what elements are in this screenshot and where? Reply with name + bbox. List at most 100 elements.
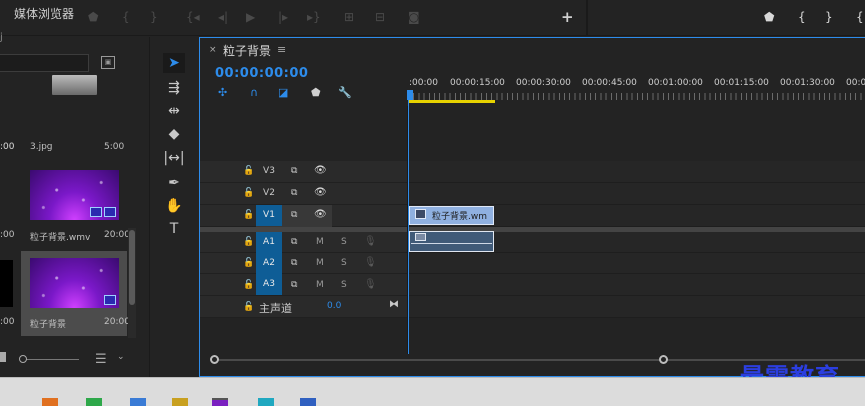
razor-tool-icon[interactable]: ◆ <box>163 124 185 144</box>
in-point-icon[interactable]: { <box>122 10 130 24</box>
snap-icon[interactable]: ∩ <box>250 86 258 99</box>
lock-icon[interactable]: 🔓 <box>243 280 254 290</box>
track-lane-v3[interactable] <box>409 161 865 183</box>
folder-icon[interactable]: ▣ <box>101 56 115 69</box>
icon-view-icon[interactable] <box>0 352 6 362</box>
solo-button[interactable]: S <box>341 237 347 247</box>
lock-icon[interactable]: 🔓 <box>243 166 254 176</box>
track-header-v3[interactable] <box>200 161 407 183</box>
slip-tool-icon[interactable]: |↔| <box>163 148 185 168</box>
add-button[interactable]: + <box>561 8 574 26</box>
video-thumbnail[interactable] <box>30 170 119 220</box>
out-point-icon[interactable]: } <box>150 10 158 24</box>
track-name-a2[interactable]: A2 <box>256 253 282 274</box>
go-to-end-icon[interactable]: ⧓ <box>389 299 399 310</box>
microphone-icon[interactable]: 🎙 <box>364 279 377 290</box>
sync-lock-icon[interactable]: ⧉ <box>291 188 297 198</box>
program-in-point-icon[interactable]: { <box>798 10 806 24</box>
eye-icon[interactable]: 👁 <box>314 187 327 198</box>
media-item-left-duration: :00 <box>0 230 15 240</box>
app-icon[interactable] <box>300 398 316 406</box>
program-marker-icon[interactable]: ⬟ <box>764 10 774 24</box>
thumbnail-zoom-slider[interactable] <box>24 359 79 360</box>
sync-lock-icon[interactable]: ⧉ <box>291 237 297 247</box>
sync-lock-icon[interactable]: ⧉ <box>291 280 297 290</box>
track-lane-a3[interactable] <box>409 274 865 296</box>
program-go-to-in-icon[interactable]: { <box>856 10 864 24</box>
sync-lock-icon[interactable]: ⧉ <box>291 258 297 268</box>
track-name-a1[interactable]: A1 <box>256 232 282 253</box>
lift-icon[interactable]: ⊞ <box>344 10 354 24</box>
mute-button[interactable]: M <box>316 237 324 247</box>
sync-lock-icon[interactable]: ⧉ <box>291 210 297 220</box>
lock-icon[interactable]: 🔓 <box>243 237 254 247</box>
pen-tool-icon[interactable]: ✒ <box>163 173 185 193</box>
playhead-handle[interactable] <box>407 90 413 100</box>
type-tool-icon[interactable]: T <box>163 219 185 239</box>
solo-button[interactable]: S <box>341 280 347 290</box>
track-header-master[interactable] <box>200 296 407 318</box>
track-lane-a2[interactable] <box>409 253 865 274</box>
media-scrollbar-thumb[interactable] <box>129 230 135 305</box>
export-frame-icon[interactable]: ◙ <box>408 10 420 24</box>
media-search-input[interactable] <box>0 54 89 72</box>
linked-selection-icon[interactable]: ◪ <box>278 86 288 99</box>
microphone-icon[interactable]: 🎙 <box>364 257 377 268</box>
step-forward-icon[interactable]: |▸ <box>278 10 288 24</box>
mute-button[interactable]: M <box>316 258 324 268</box>
chevron-down-icon[interactable]: ⌄ <box>117 352 125 362</box>
track-name-a3[interactable]: A3 <box>256 274 282 295</box>
app-icon[interactable] <box>258 398 274 406</box>
hand-tool-icon[interactable]: ✋ <box>163 196 185 216</box>
sort-icon[interactable]: ☰ <box>95 352 107 367</box>
time-ruler[interactable] <box>408 93 865 100</box>
lock-icon[interactable]: 🔓 <box>243 258 254 268</box>
lock-icon[interactable]: 🔓 <box>243 302 254 312</box>
add-marker-icon[interactable]: ⬟ <box>311 86 321 99</box>
lock-icon[interactable]: 🔓 <box>243 188 254 198</box>
master-volume-value[interactable]: 0.0 <box>327 301 341 311</box>
media-item[interactable]: :00 <box>0 75 126 152</box>
track-select-tool-icon[interactable]: ⇶ <box>163 78 185 98</box>
lock-icon[interactable]: 🔓 <box>243 210 254 220</box>
app-icon[interactable] <box>172 398 188 406</box>
track-header-v2[interactable] <box>200 183 407 205</box>
timecode-display[interactable]: 00:00:00:00 <box>215 66 308 81</box>
eye-icon[interactable]: 👁 <box>314 165 327 176</box>
track-lane-master[interactable] <box>409 296 865 318</box>
marker-icon[interactable]: ⬟ <box>88 10 98 24</box>
media-browser-title[interactable]: 媒体浏览器 <box>14 5 74 22</box>
ripple-edit-tool-icon[interactable]: ⇹ <box>163 101 185 121</box>
playhead-line[interactable] <box>408 100 409 354</box>
panel-menu-icon[interactable]: ≡ <box>277 43 286 56</box>
solo-button[interactable]: S <box>341 258 347 268</box>
sequence-tab[interactable]: 粒子背景 <box>223 42 271 59</box>
extract-icon[interactable]: ⊟ <box>375 10 385 24</box>
wrench-icon[interactable]: 🔧 <box>338 86 352 99</box>
go-to-out-icon[interactable]: ▸} <box>307 10 321 24</box>
track-name-v3[interactable]: V3 <box>256 161 282 182</box>
mute-button[interactable]: M <box>316 280 324 290</box>
track-name-v1[interactable]: V1 <box>256 205 282 226</box>
premiere-app-icon[interactable] <box>212 398 228 406</box>
app-icon[interactable] <box>130 398 146 406</box>
program-out-point-icon[interactable]: } <box>825 10 833 24</box>
timeline-scroll-end-handle[interactable] <box>659 355 668 364</box>
close-icon[interactable]: × <box>209 45 217 55</box>
timeline-scroll-start-handle[interactable] <box>210 355 219 364</box>
work-area-bar[interactable] <box>408 100 495 103</box>
track-lane-v2[interactable] <box>409 183 865 205</box>
selection-tool-icon[interactable]: ➤ <box>163 53 185 73</box>
track-name-v2[interactable]: V2 <box>256 183 282 204</box>
app-icon[interactable] <box>86 398 102 406</box>
step-back-icon[interactable]: ◂| <box>218 10 228 24</box>
thumbnail-zoom-handle[interactable] <box>19 355 27 363</box>
play-icon[interactable]: ▶ <box>246 10 255 24</box>
sync-lock-icon[interactable]: ⧉ <box>291 166 297 176</box>
app-icon[interactable] <box>42 398 58 406</box>
nest-icon[interactable]: ✣ <box>218 86 227 99</box>
microphone-icon[interactable]: 🎙 <box>364 236 377 247</box>
go-to-in-icon[interactable]: {◂ <box>186 10 200 24</box>
eye-icon[interactable]: 👁 <box>314 209 327 220</box>
sequence-thumbnail[interactable] <box>30 258 119 308</box>
